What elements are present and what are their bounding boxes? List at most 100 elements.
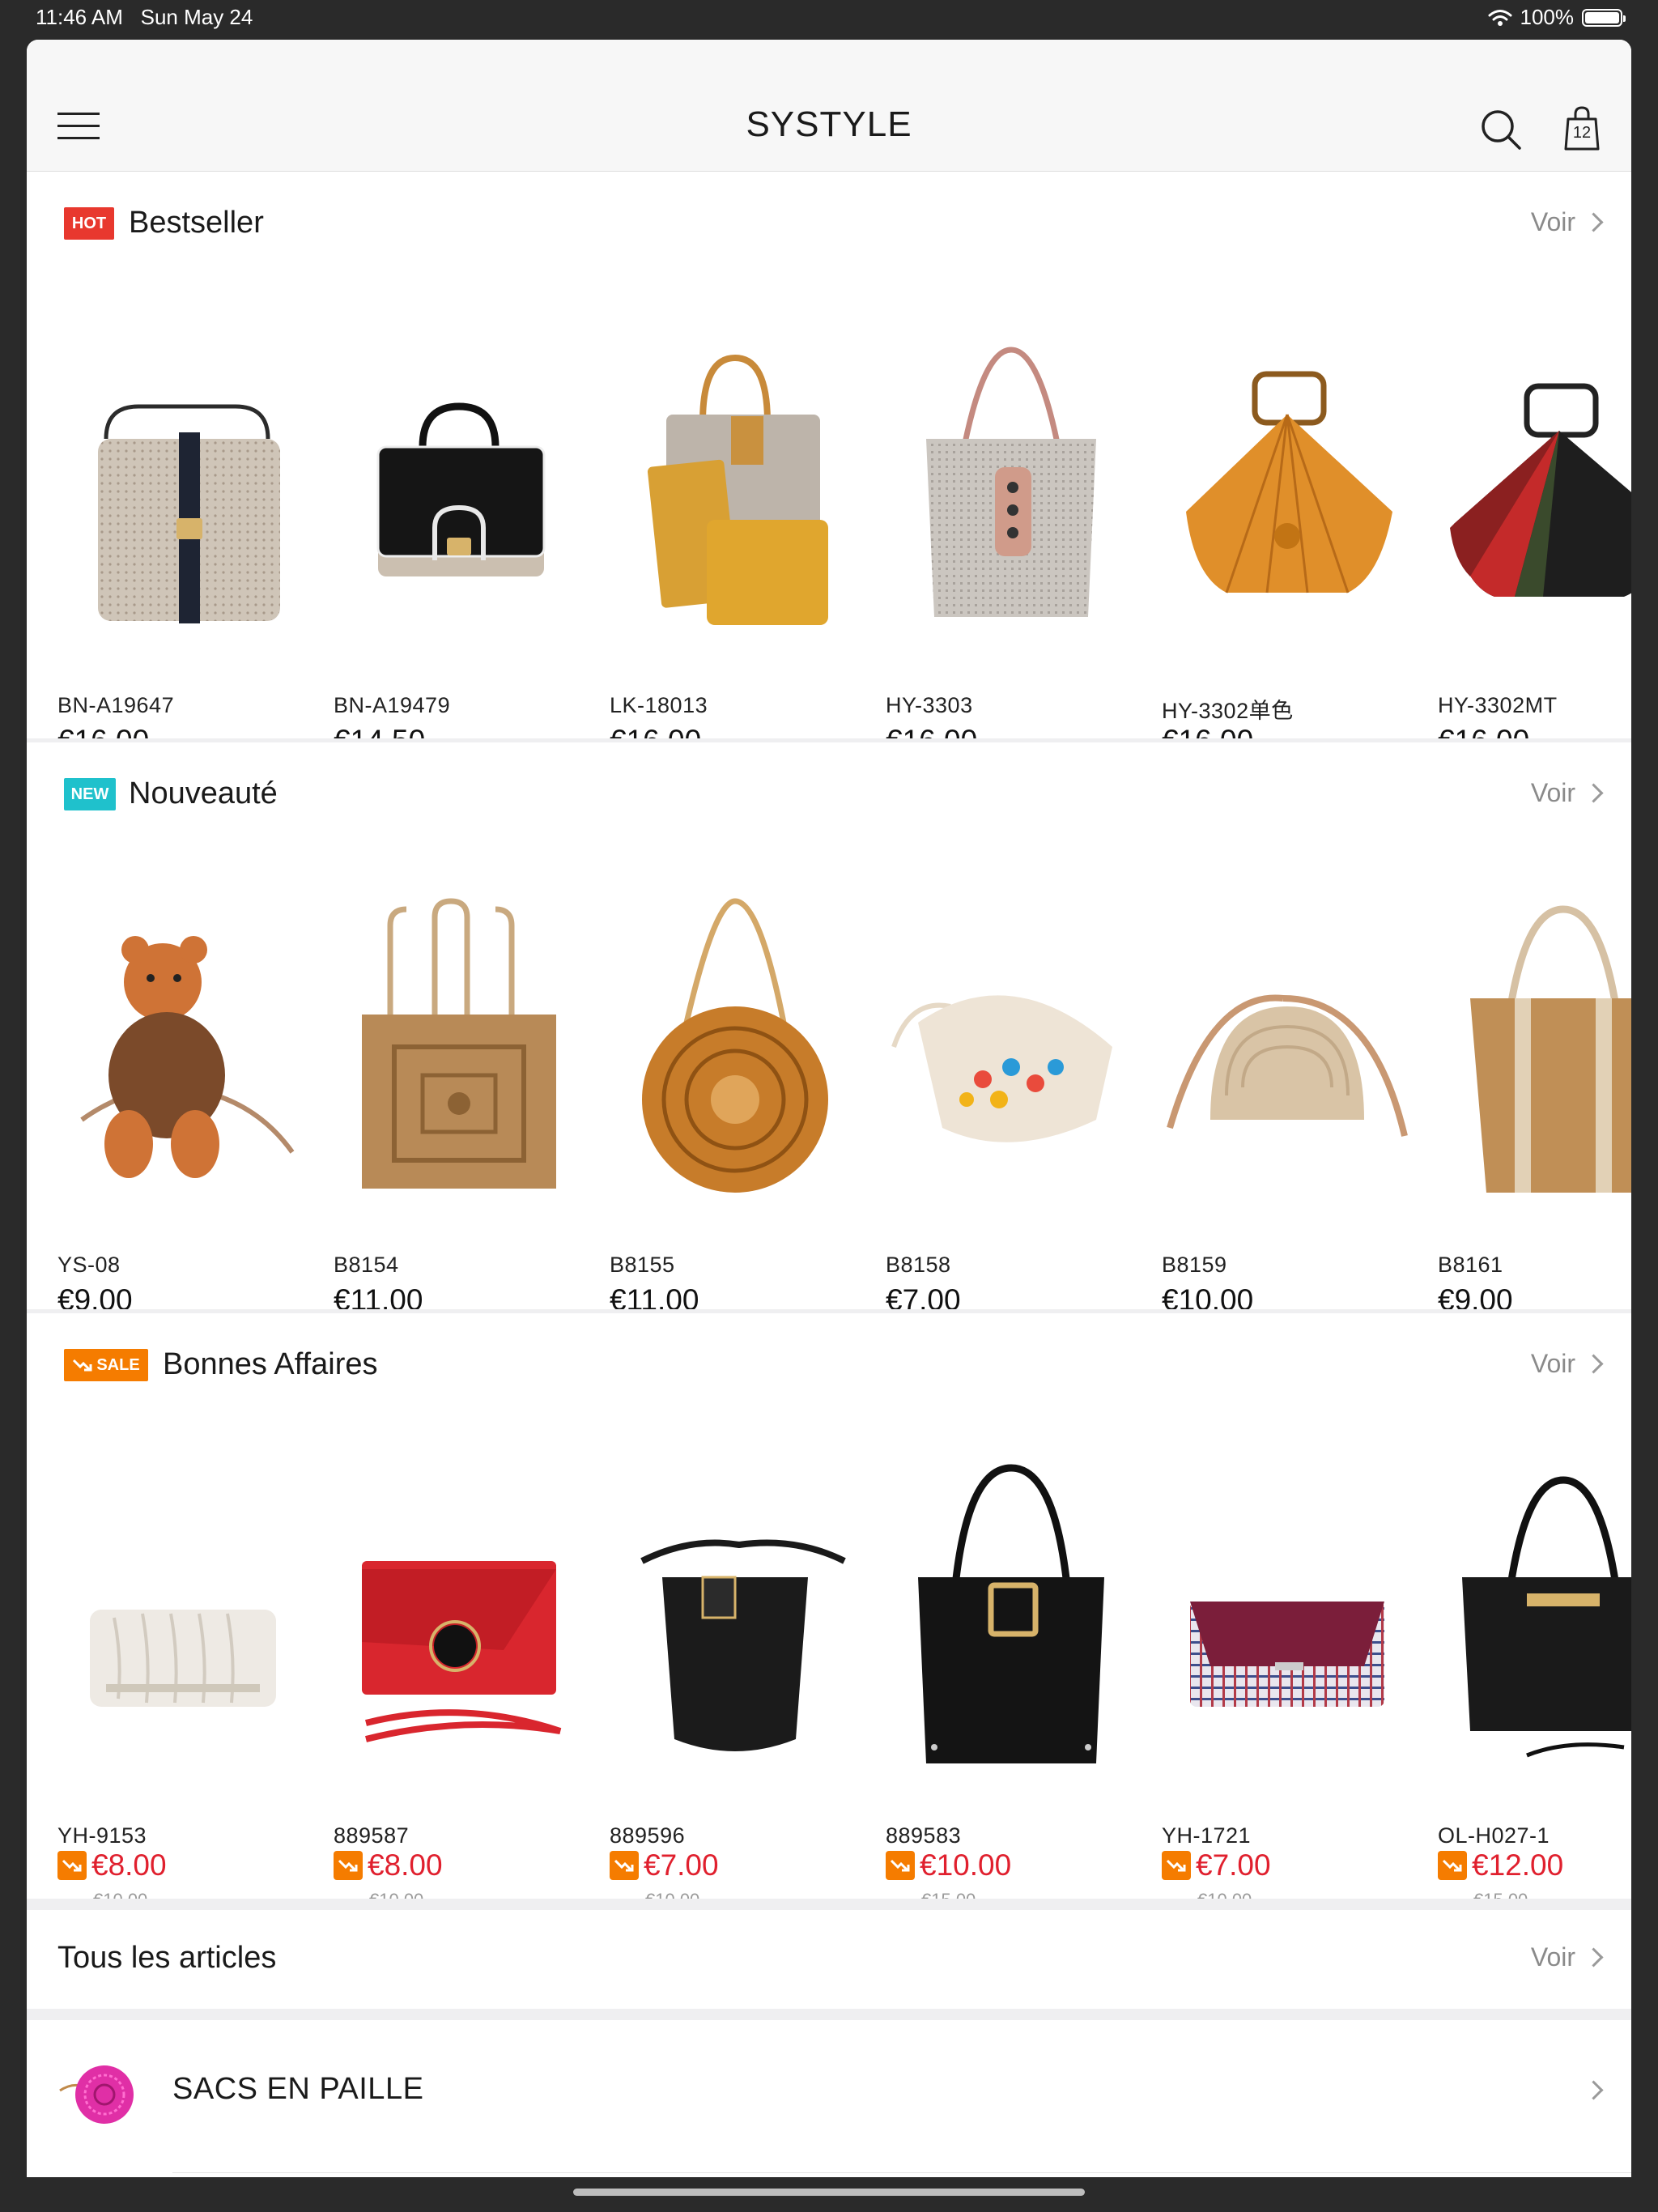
sale-badge: SALE: [64, 1349, 148, 1381]
voir-label: Voir: [1530, 1349, 1575, 1378]
status-clock: 11:46 AM: [36, 5, 123, 29]
sale-price-row: €8.00: [334, 1848, 443, 1883]
section-bestseller: HOT Bestseller Voir BN-A19647 €16.00: [27, 172, 1631, 738]
square-straw-tote-image: [334, 885, 585, 1209]
sale-price-row: €8.00: [57, 1848, 167, 1883]
home-indicator[interactable]: [573, 2189, 1085, 2196]
sale-price: €12.00: [1472, 1848, 1564, 1882]
product-sku: B8154: [334, 1253, 399, 1277]
teddy-bear-backpack-image: [57, 885, 308, 1209]
black-satchel-bag-image: [334, 325, 585, 649]
category-row[interactable]: SACS EN PAILLE: [27, 2020, 1631, 2177]
beige-monogram-crossbody-bag-image: [57, 325, 308, 649]
product-sku: HY-3303: [886, 693, 973, 717]
sale-price: €8.00: [91, 1848, 167, 1882]
product-sku: BN-A19479: [334, 693, 451, 717]
voir-link[interactable]: Voir: [1530, 1349, 1604, 1379]
wifi-icon: [1488, 9, 1511, 26]
floral-straw-crossbody-image: [886, 885, 1137, 1209]
product-price: €9.00: [57, 1283, 133, 1309]
black-tote-bag-image: [1438, 1456, 1631, 1780]
product-sku: B8159: [1162, 1253, 1227, 1277]
chevron-right-icon: [1584, 783, 1604, 803]
sale-price: €7.00: [644, 1848, 719, 1882]
section-header: NEW Nouveauté Voir: [27, 742, 1631, 844]
status-bar: 11:46 AM Sun May 24 100%: [0, 0, 1658, 37]
striped-straw-tote-image: [1438, 885, 1631, 1209]
product-sku: 889583: [886, 1823, 962, 1848]
product-sku: OL-H027-1: [1438, 1823, 1550, 1848]
product-price: €16.00: [57, 724, 149, 738]
product-price: €14.50: [334, 724, 425, 738]
product-sku: YH-9153: [57, 1823, 147, 1848]
product-sku: HY-3302MT: [1438, 693, 1558, 717]
product-price: €9.00: [1438, 1283, 1513, 1309]
product-sku: YH-1721: [1162, 1823, 1252, 1848]
voir-link[interactable]: Voir: [1531, 778, 1604, 808]
original-price: €15.00: [1473, 1890, 1528, 1899]
all-items-row[interactable]: Tous les articles Voir: [27, 1910, 1631, 2009]
product-price: €16.00: [886, 724, 977, 738]
sale-price-row: €12.00: [1438, 1848, 1563, 1883]
voir-label: Voir: [1530, 1942, 1575, 1972]
product-sku: HY-3302单色: [1162, 699, 1294, 723]
all-items-title: Tous les articles: [57, 1941, 277, 1975]
product-sku: YS-08: [57, 1253, 121, 1277]
product-price: €10.00: [1162, 1283, 1254, 1309]
section-header: HOT Bestseller Voir: [27, 172, 1631, 274]
search-button[interactable]: [1479, 108, 1523, 151]
search-icon: [1482, 110, 1521, 150]
cart-button[interactable]: 12: [1563, 106, 1601, 151]
status-time: 11:46 AM Sun May 24: [36, 5, 253, 30]
trend-down-icon: [73, 1359, 92, 1372]
product-sku: B8158: [886, 1253, 951, 1277]
chevron-right-icon: [1584, 2080, 1604, 2100]
trend-down-icon: [57, 1851, 87, 1880]
sale-badge-label: SALE: [96, 1355, 140, 1374]
original-price: €10.00: [645, 1890, 699, 1899]
chevron-right-icon: [1584, 1354, 1604, 1374]
original-price: €10.00: [1197, 1890, 1252, 1899]
pink-round-straw-bag-icon: [56, 2046, 145, 2135]
multicolor-croc-handbag-image: [1438, 325, 1631, 649]
category-title: SACS EN PAILLE: [172, 2072, 424, 2106]
product-price: €11.00: [334, 1283, 423, 1309]
section-title: Nouveauté: [129, 776, 278, 810]
sale-price: €7.00: [1196, 1848, 1271, 1882]
product-price: €7.00: [886, 1283, 961, 1309]
chevron-right-icon: [1584, 1947, 1604, 1967]
voir-link[interactable]: Voir: [1531, 207, 1604, 237]
product-sku: 889596: [610, 1823, 686, 1848]
section-nouveaute: NEW Nouveauté Voir YS-08 €9.00 B8154 €11…: [27, 742, 1631, 1309]
hot-badge: HOT: [64, 207, 114, 240]
chevron-right-icon: [1584, 212, 1604, 232]
sale-price: €8.00: [368, 1848, 443, 1882]
section-title: Bonnes Affaires: [163, 1347, 378, 1381]
trend-down-icon: [1162, 1851, 1191, 1880]
original-price: €15.00: [921, 1890, 976, 1899]
product-sku: 889587: [334, 1823, 410, 1848]
app-sheet: SYSTYLE 12 HOT Bestseller Voir BN-A19647…: [27, 40, 1631, 2177]
product-price: €11.00: [610, 1283, 699, 1309]
app-title: SYSTYLE: [746, 104, 912, 144]
battery-icon: [1582, 8, 1626, 27]
section-bonnes-affaires: SALE Bonnes Affaires Voir YH-9153 €8.00 …: [27, 1313, 1631, 1899]
navbar: SYSTYLE 12: [27, 40, 1631, 172]
status-date: Sun May 24: [140, 5, 253, 29]
red-envelope-clutch-image: [334, 1456, 585, 1780]
sale-price-row: €7.00: [1162, 1848, 1271, 1883]
trend-down-icon: [610, 1851, 639, 1880]
status-indicators: 100%: [1488, 5, 1626, 30]
original-price: €10.00: [369, 1890, 423, 1899]
product-price: €16.00: [610, 724, 701, 738]
round-straw-bag-image: [610, 885, 861, 1209]
black-buckle-handbag-image: [886, 1456, 1137, 1780]
voir-link[interactable]: Voir: [1530, 1942, 1604, 1972]
product-sku: BN-A19647: [57, 693, 175, 717]
trend-down-icon: [886, 1851, 915, 1880]
original-price: €10.00: [93, 1890, 147, 1899]
ochre-croc-handbag-image: [1162, 325, 1413, 649]
sale-price: €10.00: [920, 1848, 1012, 1882]
new-badge: NEW: [64, 778, 116, 810]
product-price: €16.00: [1162, 724, 1253, 738]
